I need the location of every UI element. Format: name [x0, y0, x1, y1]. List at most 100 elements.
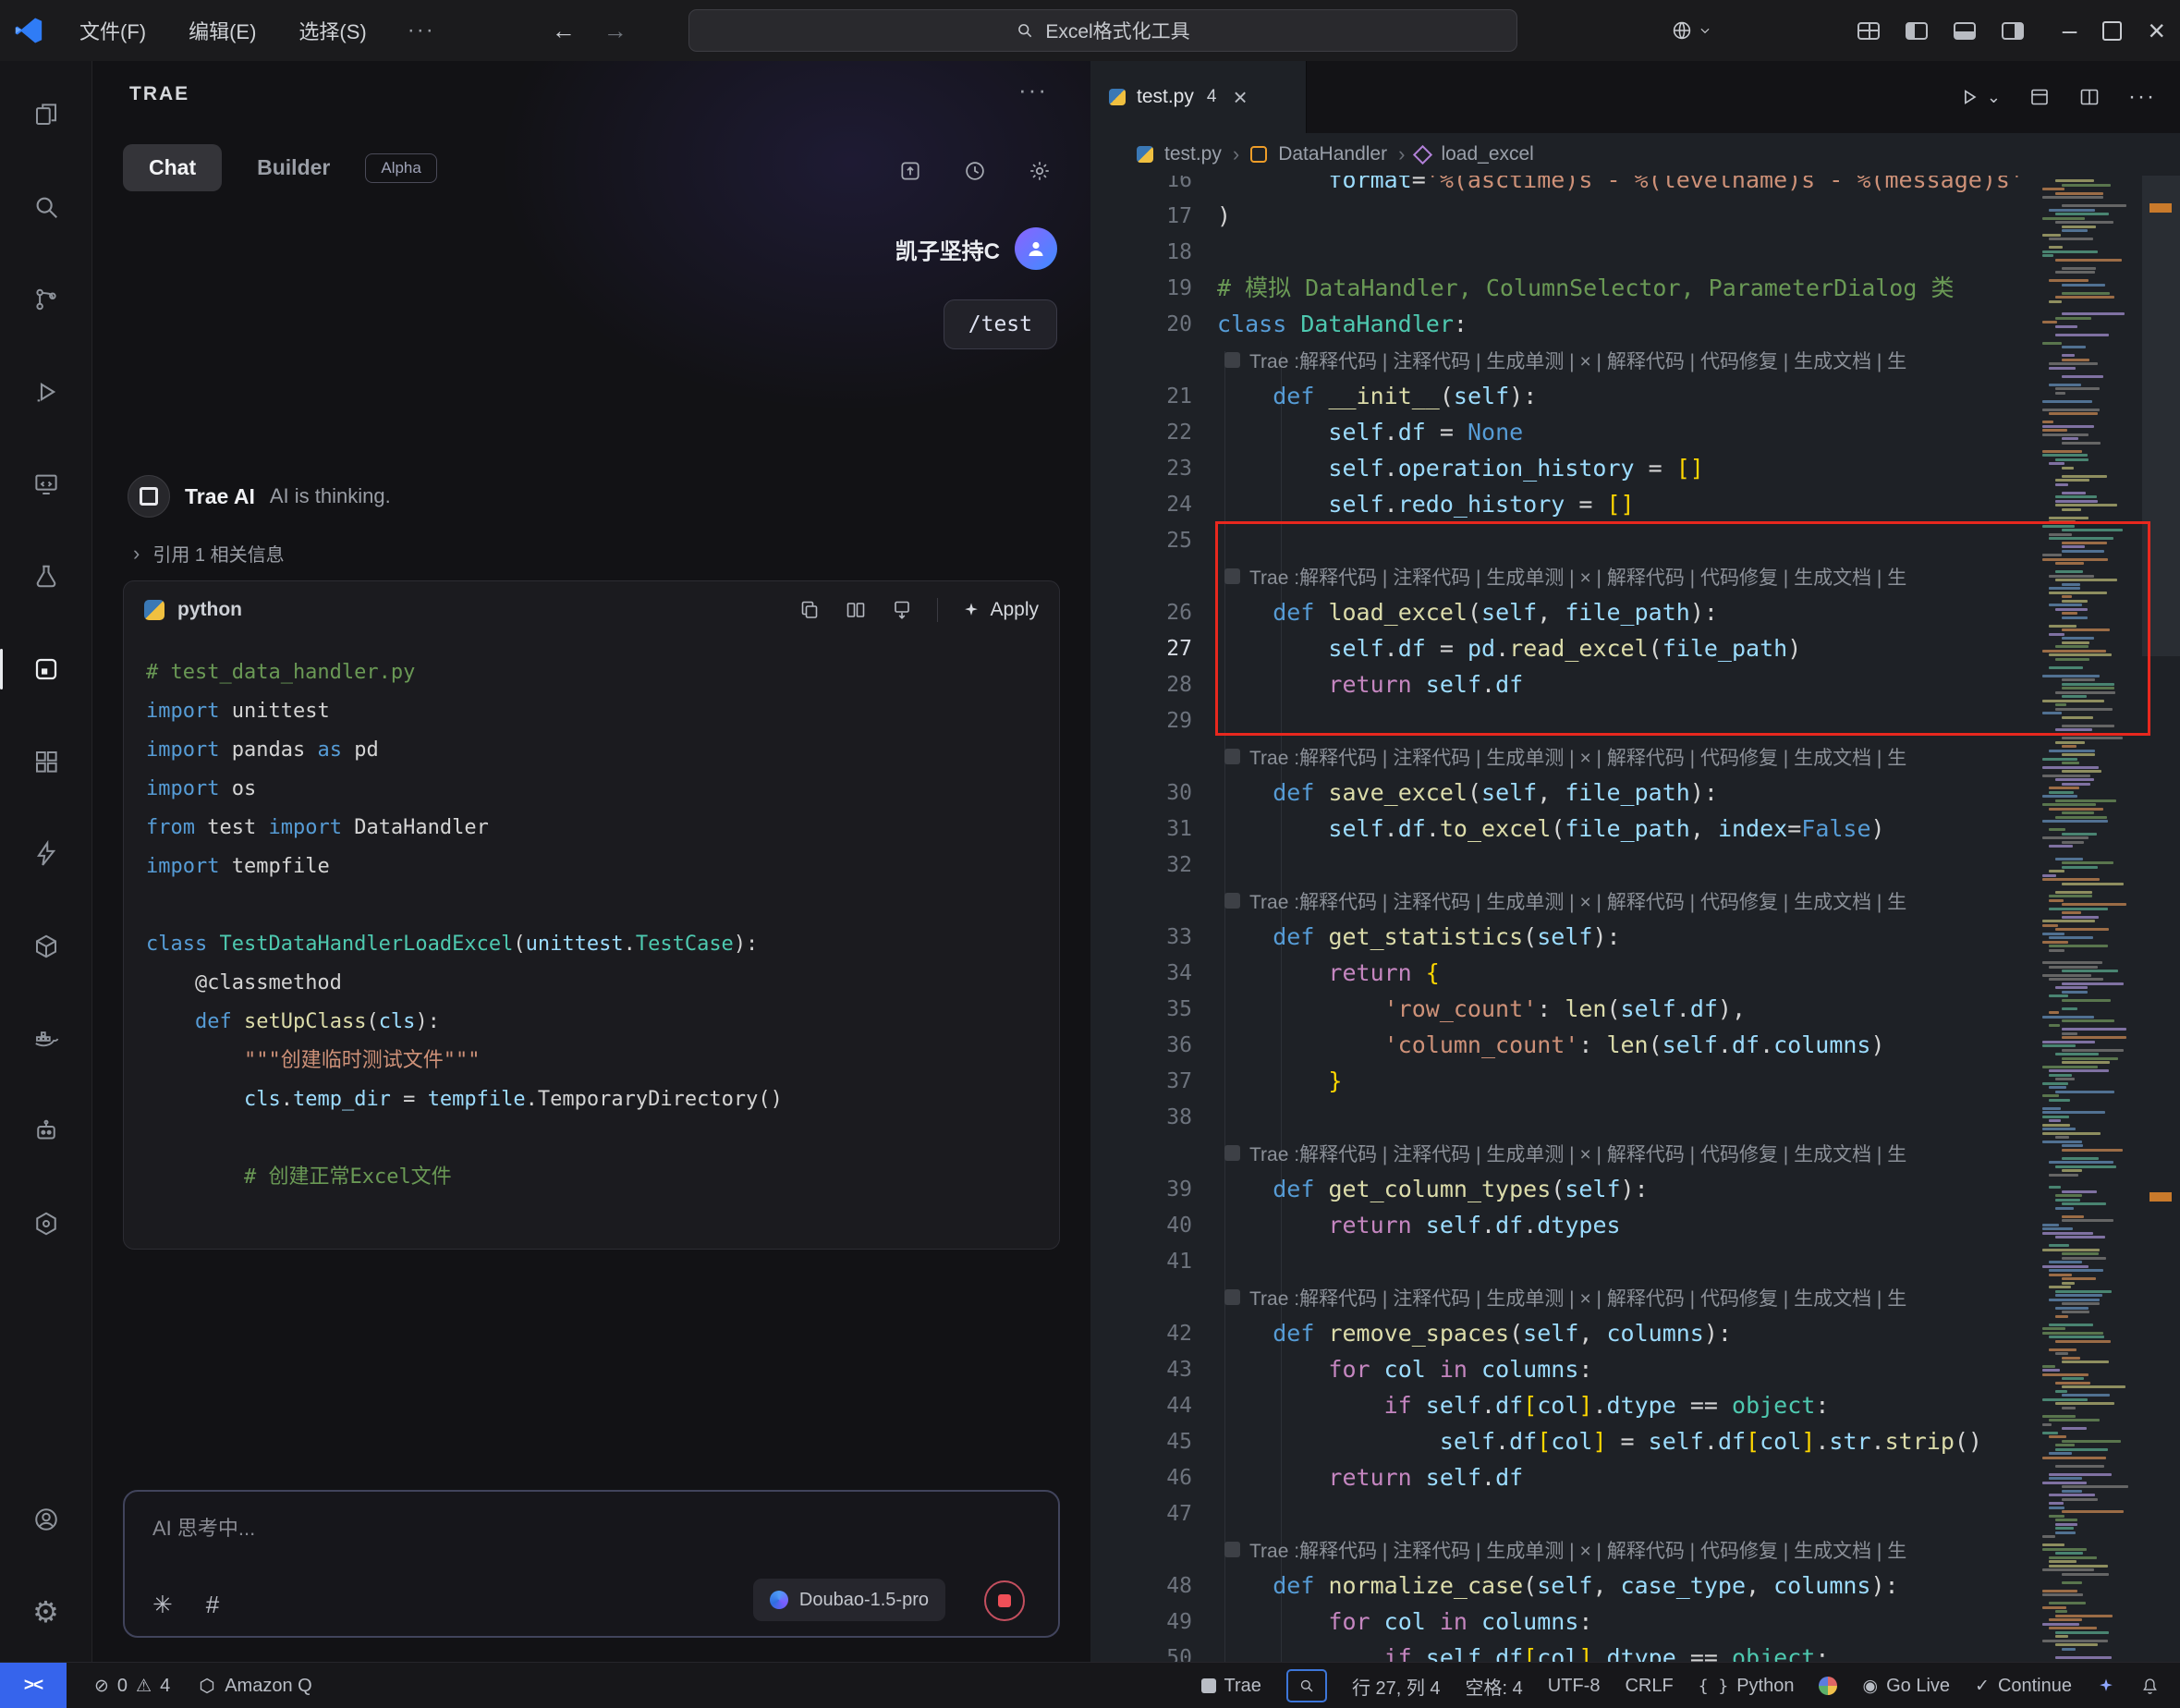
- run-debug-icon[interactable]: [0, 346, 92, 438]
- new-chat-icon[interactable]: [898, 159, 922, 183]
- editor-line-44[interactable]: 44 if self.df[col].dtype == object:: [1090, 1387, 2040, 1423]
- menu-selection[interactable]: 选择(S): [291, 12, 373, 49]
- minimap[interactable]: [2040, 176, 2142, 1662]
- editor-line-23[interactable]: 23 self.operation_history = []: [1090, 450, 2040, 486]
- account-icon[interactable]: [0, 1473, 92, 1566]
- breadcrumb-file[interactable]: test.py: [1164, 143, 1222, 165]
- breadcrumb-class[interactable]: DataHandler: [1278, 143, 1387, 165]
- chat-code-lines[interactable]: # test_data_handler.pyimport unittestimp…: [124, 639, 1059, 1197]
- editor-line-47[interactable]: 47: [1090, 1495, 2040, 1531]
- codelens-actions[interactable]: Trae :解释代码 | 注释代码 | 生成单测 | × | 解释代码 | 代码…: [1090, 1135, 2040, 1171]
- amazon-q-item[interactable]: Amazon Q: [198, 1676, 311, 1697]
- go-live-item[interactable]: ◉ Go Live: [1862, 1676, 1950, 1697]
- cursor-position-item[interactable]: 行 27, 列 4: [1352, 1673, 1441, 1700]
- breadcrumb-method[interactable]: load_excel: [1441, 143, 1533, 165]
- editor-line-41[interactable]: 41: [1090, 1243, 2040, 1279]
- source-control-icon[interactable]: [0, 253, 92, 346]
- reference-toggle[interactable]: › 引用 1 相关信息: [133, 540, 285, 567]
- account-network-button[interactable]: [1671, 19, 1711, 42]
- continue-item[interactable]: ✓ Continue: [1975, 1676, 2072, 1697]
- search-sidebar-icon[interactable]: [0, 161, 92, 253]
- tab-chat[interactable]: Chat: [123, 144, 222, 191]
- editor-line-16[interactable]: 16 format='%(asctime)s - %(levelname)s -…: [1090, 176, 2040, 198]
- stop-generating-button[interactable]: [984, 1580, 1025, 1621]
- lightning-plugin-icon[interactable]: [0, 808, 92, 900]
- editor-line-20[interactable]: 20class DataHandler:: [1090, 306, 2040, 342]
- editor-line-32[interactable]: 32: [1090, 847, 2040, 883]
- toggle-secondary-sidebar-icon[interactable]: [2002, 22, 2024, 40]
- window-maximize-button[interactable]: [2102, 21, 2122, 41]
- editor-line-39[interactable]: 39 def get_column_types(self):: [1090, 1171, 2040, 1207]
- more-actions-icon[interactable]: ···: [2128, 84, 2156, 110]
- editor-line-30[interactable]: 30 def save_excel(self, file_path):: [1090, 775, 2040, 811]
- extensions-icon[interactable]: [0, 715, 92, 808]
- toggle-panel-icon[interactable]: [1954, 22, 1976, 40]
- editor-line-17[interactable]: 17): [1090, 198, 2040, 234]
- nav-forward-button[interactable]: →: [603, 17, 627, 45]
- editor-line-31[interactable]: 31 self.df.to_excel(file_path, index=Fal…: [1090, 811, 2040, 847]
- testing-flask-icon[interactable]: [0, 531, 92, 623]
- encoding-item[interactable]: UTF-8: [1548, 1676, 1601, 1697]
- settings-gear-icon[interactable]: ⚙: [0, 1566, 92, 1658]
- editor-line-22[interactable]: 22 self.df = None: [1090, 414, 2040, 450]
- editor-line-35[interactable]: 35 'row_count': len(self.df),: [1090, 991, 2040, 1027]
- eol-item[interactable]: CRLF: [1625, 1676, 1673, 1697]
- editor-line-37[interactable]: 37 }: [1090, 1063, 2040, 1099]
- menu-more-button[interactable]: ···: [408, 18, 435, 43]
- apply-button[interactable]: Apply: [962, 599, 1039, 621]
- editor-line-42[interactable]: 42 def remove_spaces(self, columns):: [1090, 1315, 2040, 1351]
- editor-line-33[interactable]: 33 def get_statistics(self):: [1090, 919, 2040, 955]
- run-dropdown-caret[interactable]: ⌄: [1987, 88, 2001, 107]
- code-editor[interactable]: 16 format='%(asctime)s - %(levelname)s -…: [1090, 176, 2180, 1662]
- tab-close-icon[interactable]: ×: [1233, 85, 1247, 109]
- codelens-actions[interactable]: Trae :解释代码 | 注释代码 | 生成单测 | × | 解释代码 | 代码…: [1090, 738, 2040, 775]
- diff-code-icon[interactable]: [845, 599, 867, 621]
- copy-code-icon[interactable]: [798, 599, 821, 621]
- command-search-box[interactable]: Excel格式化工具: [688, 9, 1517, 52]
- indentation-item[interactable]: 空格: 4: [1466, 1673, 1523, 1700]
- editor-layout-icon[interactable]: [2028, 86, 2051, 108]
- editor-line-24[interactable]: 24 self.redo_history = []: [1090, 486, 2040, 522]
- language-mode-item[interactable]: { } Python: [1699, 1676, 1795, 1697]
- prompt-sparkle-icon[interactable]: ✳: [152, 1591, 173, 1619]
- codelens-actions[interactable]: Trae :解释代码 | 注释代码 | 生成单测 | × | 解释代码 | 代码…: [1090, 883, 2040, 919]
- editor-line-19[interactable]: 19# 模拟 DataHandler, ColumnSelector, Para…: [1090, 270, 2040, 306]
- history-icon[interactable]: [963, 159, 987, 183]
- codelens-actions[interactable]: Trae :解释代码 | 注释代码 | 生成单测 | × | 解释代码 | 代码…: [1090, 1279, 2040, 1315]
- editor-line-43[interactable]: 43 for col in columns:: [1090, 1351, 2040, 1387]
- nav-back-button[interactable]: ←: [552, 17, 576, 45]
- problems-indicator[interactable]: ⊘ 0 ⚠ 4: [94, 1676, 170, 1697]
- robot-plugin-icon[interactable]: [0, 1085, 92, 1177]
- hexagon-plugin-icon[interactable]: [0, 1177, 92, 1270]
- chat-input-box[interactable]: AI 思考中... ✳ # Doubao-1.5-pro: [123, 1490, 1060, 1638]
- editor-line-45[interactable]: 45 self.df[col] = self.df[col].str.strip…: [1090, 1423, 2040, 1459]
- editor-line-21[interactable]: 21 def __init__(self):: [1090, 378, 2040, 414]
- window-minimize-button[interactable]: –: [2063, 16, 2077, 45]
- editor-line-48[interactable]: 48 def normalize_case(self, case_type, c…: [1090, 1568, 2040, 1604]
- extension-status-icon[interactable]: [1819, 1677, 1837, 1695]
- menu-file[interactable]: 文件(F): [72, 12, 153, 49]
- sparkle-status-icon[interactable]: [2097, 1677, 2115, 1695]
- window-close-button[interactable]: ×: [2148, 16, 2165, 45]
- tab-test-py[interactable]: test.py 4 ×: [1090, 61, 1307, 133]
- run-python-button[interactable]: [1959, 87, 1979, 107]
- chat-settings-icon[interactable]: [1028, 159, 1052, 183]
- codelens-actions[interactable]: Trae :解释代码 | 注释代码 | 生成单测 | × | 解释代码 | 代码…: [1090, 1531, 2040, 1568]
- editor-line-49[interactable]: 49 for col in columns:: [1090, 1604, 2040, 1640]
- docker-plugin-icon[interactable]: [0, 993, 92, 1085]
- editor-line-50[interactable]: 50 if self.df[col].dtype == object:: [1090, 1640, 2040, 1662]
- editor-line-34[interactable]: 34 return {: [1090, 955, 2040, 991]
- split-editor-icon[interactable]: [2078, 86, 2101, 108]
- remote-explorer-icon[interactable]: [0, 438, 92, 531]
- package-plugin-icon[interactable]: [0, 900, 92, 993]
- notifications-bell-icon[interactable]: [2140, 1677, 2160, 1696]
- trae-ai-panel-icon[interactable]: [0, 623, 92, 715]
- remote-indicator[interactable]: ><: [0, 1663, 67, 1708]
- trae-status-item[interactable]: Trae: [1201, 1676, 1261, 1697]
- editor-line-18[interactable]: 18: [1090, 234, 2040, 270]
- customize-layout-icon[interactable]: [1857, 22, 1880, 40]
- model-selector[interactable]: Doubao-1.5-pro: [753, 1579, 945, 1621]
- editor-line-46[interactable]: 46 return self.df: [1090, 1459, 2040, 1495]
- menu-edit[interactable]: 编辑(E): [181, 12, 263, 49]
- codelens-actions[interactable]: Trae :解释代码 | 注释代码 | 生成单测 | × | 解释代码 | 代码…: [1090, 342, 2040, 378]
